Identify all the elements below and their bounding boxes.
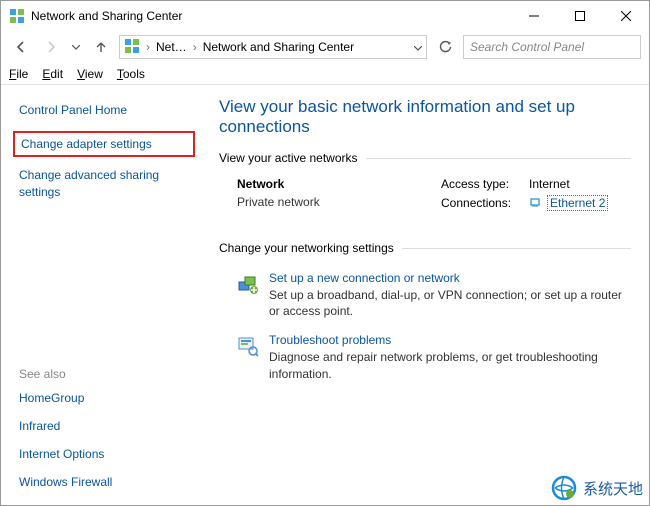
- action-troubleshoot-title: Troubleshoot problems: [269, 333, 631, 347]
- breadcrumb-part2[interactable]: Network and Sharing Center: [203, 40, 354, 54]
- chevron-right-icon[interactable]: ›: [193, 40, 197, 54]
- menu-edit[interactable]: Edit: [42, 67, 63, 81]
- chevron-right-icon[interactable]: ›: [146, 40, 150, 54]
- action-troubleshoot-desc: Diagnose and repair network problems, or…: [269, 349, 631, 381]
- up-button[interactable]: [89, 35, 113, 59]
- refresh-button[interactable]: [433, 35, 457, 59]
- ethernet-icon: [529, 197, 541, 209]
- menu-tools[interactable]: Tools: [117, 67, 145, 81]
- titlebar: Network and Sharing Center: [1, 1, 649, 31]
- watermark: 系统天地: [551, 475, 643, 501]
- action-troubleshoot[interactable]: Troubleshoot problems Diagnose and repai…: [219, 329, 631, 391]
- content: Control Panel Home Change adapter settin…: [1, 85, 649, 505]
- menubar: File Edit View Tools: [1, 63, 649, 85]
- sidebar: Control Panel Home Change adapter settin…: [1, 85, 209, 505]
- maximize-button[interactable]: [557, 1, 603, 31]
- history-dropdown[interactable]: [69, 35, 83, 59]
- close-button[interactable]: [603, 1, 649, 31]
- window-controls: [511, 1, 649, 31]
- menu-view[interactable]: View: [77, 67, 103, 81]
- sidebar-infrared[interactable]: Infrared: [19, 419, 195, 433]
- access-type-value: Internet: [529, 177, 570, 191]
- active-networks: Network Private network Access type: Int…: [219, 177, 631, 215]
- breadcrumb-part1[interactable]: Net…: [156, 40, 187, 54]
- sidebar-windows-firewall[interactable]: Windows Firewall: [19, 475, 195, 489]
- action-new-connection[interactable]: Set up a new connection or network Set u…: [219, 267, 631, 329]
- page-title: View your basic network information and …: [219, 97, 631, 137]
- toolbar: › Net… › Network and Sharing Center Sear…: [1, 31, 649, 63]
- connection-link[interactable]: Ethernet 2: [547, 195, 608, 211]
- window-title: Network and Sharing Center: [31, 9, 511, 23]
- sidebar-change-advanced-sharing[interactable]: Change advanced sharing settings: [19, 167, 195, 201]
- app-icon: [9, 8, 25, 24]
- troubleshoot-icon: [237, 335, 259, 357]
- sidebar-internet-options[interactable]: Internet Options: [19, 447, 195, 461]
- access-type-label: Access type:: [441, 177, 523, 191]
- search-input[interactable]: Search Control Panel: [463, 35, 641, 59]
- action-new-connection-title: Set up a new connection or network: [269, 271, 631, 285]
- new-connection-icon: [237, 273, 259, 295]
- watermark-text: 系统天地: [583, 478, 643, 499]
- sidebar-see-also-label: See also: [19, 367, 195, 381]
- active-networks-label: View your active networks: [219, 151, 631, 165]
- back-button[interactable]: [9, 35, 33, 59]
- sidebar-control-panel-home[interactable]: Control Panel Home: [19, 103, 195, 117]
- network-name: Network: [237, 177, 441, 191]
- change-settings-label: Change your networking settings: [219, 241, 631, 255]
- main-panel: View your basic network information and …: [209, 85, 649, 505]
- search-placeholder: Search Control Panel: [470, 40, 584, 54]
- network-type: Private network: [237, 195, 441, 209]
- menu-file[interactable]: File: [9, 67, 28, 81]
- action-new-connection-desc: Set up a broadband, dial-up, or VPN conn…: [269, 287, 631, 319]
- address-icon: [124, 38, 140, 57]
- sidebar-change-adapter-settings[interactable]: Change adapter settings: [13, 131, 195, 157]
- forward-button[interactable]: [39, 35, 63, 59]
- watermark-icon: [551, 475, 577, 501]
- connections-label: Connections:: [441, 196, 523, 210]
- address-bar[interactable]: › Net… › Network and Sharing Center: [119, 35, 427, 59]
- minimize-button[interactable]: [511, 1, 557, 31]
- address-dropdown[interactable]: [414, 40, 422, 54]
- sidebar-homegroup[interactable]: HomeGroup: [19, 391, 195, 405]
